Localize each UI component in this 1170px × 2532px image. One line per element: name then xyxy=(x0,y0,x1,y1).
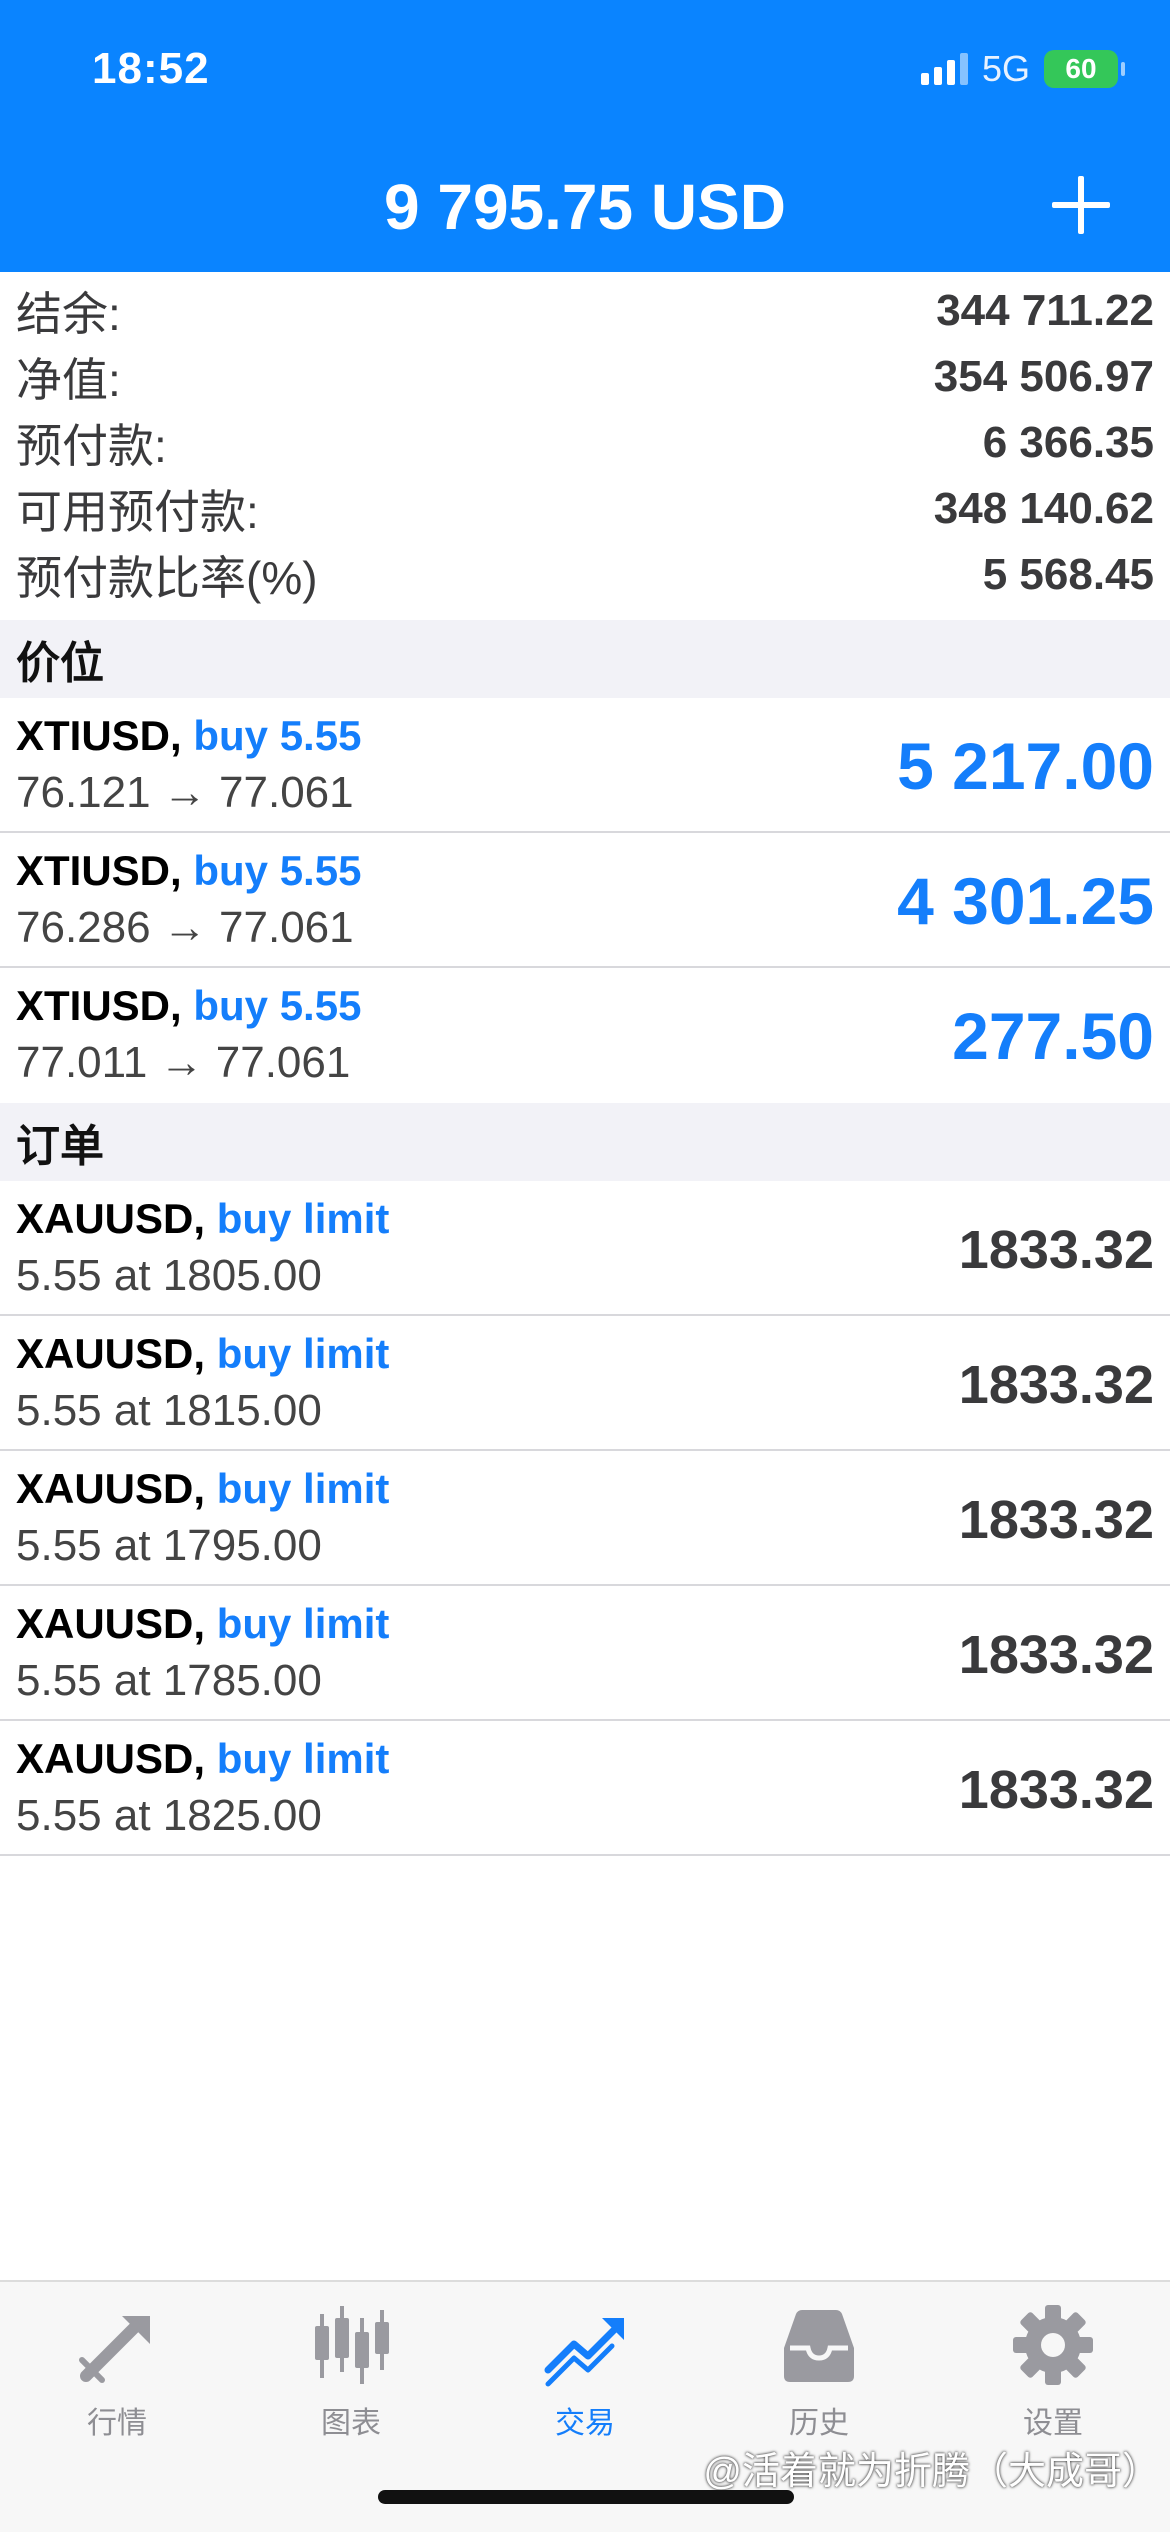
summary-value: 348 140.62 xyxy=(933,484,1154,533)
top-bar: 18:52 5G 60 9 795.75 USD xyxy=(0,0,1170,272)
order-detail: 5.55 at 1815.00 xyxy=(16,1386,322,1435)
order-row[interactable]: XAUUSD, buy limit 5.55 at 1785.00 1833.3… xyxy=(0,1586,1170,1721)
order-row[interactable]: XAUUSD, buy limit 5.55 at 1795.00 1833.3… xyxy=(0,1451,1170,1586)
order-symbol: XAUUSD, xyxy=(16,1195,206,1242)
order-current-price: 1833.32 xyxy=(958,1490,1154,1550)
summary-value: 344 711.22 xyxy=(936,286,1154,335)
position-action: buy 5.55 xyxy=(193,847,362,894)
position-row[interactable]: XTIUSD, buy 5.55 76.286 → 77.061 4 301.2… xyxy=(0,833,1170,968)
summary-row-equity: 净值: 354 506.97 xyxy=(0,344,1170,410)
status-indicators: 5G 60 xyxy=(920,48,1125,90)
summary-row-margin: 预付款: 6 366.35 xyxy=(0,410,1170,476)
order-symbol: XAUUSD, xyxy=(16,1330,206,1377)
order-detail: 5.55 at 1785.00 xyxy=(16,1656,322,1705)
account-profit-title: 9 795.75 USD xyxy=(383,171,787,243)
order-current-price: 1833.32 xyxy=(958,1220,1154,1280)
trade-icon xyxy=(544,2318,624,2387)
quotes-icon xyxy=(79,2316,150,2383)
orders-list: XAUUSD, buy limit 5.55 at 1805.00 1833.3… xyxy=(0,1181,1170,1856)
summary-value: 6 366.35 xyxy=(982,418,1154,467)
position-row[interactable]: XTIUSD, buy 5.55 76.121 → 77.061 5 217.0… xyxy=(0,698,1170,833)
tab-label: 历史 xyxy=(789,2407,849,2440)
position-symbol: XTIUSD, xyxy=(16,712,182,759)
order-row[interactable]: XAUUSD, buy limit 5.55 at 1805.00 1833.3… xyxy=(0,1181,1170,1316)
order-detail: 5.55 at 1805.00 xyxy=(16,1251,322,1300)
tab-label: 设置 xyxy=(1023,2407,1083,2440)
order-symbol: XAUUSD, xyxy=(16,1600,206,1647)
account-summary: 结余: 344 711.22 净值: 354 506.97 预付款: 6 366… xyxy=(0,272,1170,620)
order-symbol: XAUUSD, xyxy=(16,1735,206,1782)
order-row[interactable]: XAUUSD, buy limit 5.55 at 1825.00 1833.3… xyxy=(0,1721,1170,1856)
tab-quotes[interactable]: 行情 xyxy=(0,2282,234,2532)
orders-section-header: 订单 xyxy=(0,1103,1170,1181)
position-symbol: XTIUSD, xyxy=(16,847,182,894)
battery-icon: 60 xyxy=(1044,50,1125,88)
history-inbox-icon xyxy=(784,2310,854,2382)
new-order-button[interactable] xyxy=(1048,172,1114,238)
order-detail: 5.55 at 1795.00 xyxy=(16,1521,322,1570)
order-action: buy limit xyxy=(216,1465,390,1512)
order-current-price: 1833.32 xyxy=(958,1625,1154,1685)
order-action: buy limit xyxy=(216,1735,390,1782)
order-symbol: XAUUSD, xyxy=(16,1465,206,1512)
order-action: buy limit xyxy=(216,1330,390,1377)
network-type: 5G xyxy=(981,48,1030,89)
order-detail: 5.55 at 1825.00 xyxy=(16,1791,322,1840)
position-symbol: XTIUSD, xyxy=(16,982,182,1029)
summary-label: 结余: xyxy=(16,288,121,340)
signal-icon xyxy=(920,53,968,85)
battery-level: 60 xyxy=(1065,53,1097,84)
position-prices: 77.011 → 77.061 xyxy=(16,1038,351,1087)
position-profit: 277.50 xyxy=(952,999,1154,1073)
position-prices: 76.286 → 77.061 xyxy=(16,903,354,952)
watermark: @活着就为折腾（大成哥） xyxy=(703,2451,1160,2493)
tab-label: 交易 xyxy=(555,2407,615,2440)
positions-section-header: 价位 xyxy=(0,620,1170,698)
summary-value: 354 506.97 xyxy=(933,352,1154,401)
summary-label: 预付款比率(%) xyxy=(16,552,318,604)
tab-label: 行情 xyxy=(87,2407,147,2440)
summary-label: 可用预付款: xyxy=(16,486,259,538)
summary-row-balance: 结余: 344 711.22 xyxy=(0,278,1170,344)
gear-icon xyxy=(1013,2305,1093,2385)
home-indicator[interactable] xyxy=(378,2490,794,2504)
summary-row-margin-level: 预付款比率(%) 5 568.45 xyxy=(0,542,1170,608)
position-action: buy 5.55 xyxy=(193,982,362,1029)
status-time: 18:52 xyxy=(92,44,210,93)
position-row[interactable]: XTIUSD, buy 5.55 77.011 → 77.061 277.50 xyxy=(0,968,1170,1103)
order-action: buy limit xyxy=(216,1600,390,1647)
positions-list: XTIUSD, buy 5.55 76.121 → 77.061 5 217.0… xyxy=(0,698,1170,1103)
order-current-price: 1833.32 xyxy=(958,1760,1154,1820)
summary-row-free-margin: 可用预付款: 348 140.62 xyxy=(0,476,1170,542)
summary-label: 净值: xyxy=(16,354,121,406)
position-profit: 4 301.25 xyxy=(897,864,1154,938)
order-row[interactable]: XAUUSD, buy limit 5.55 at 1815.00 1833.3… xyxy=(0,1316,1170,1451)
summary-label: 预付款: xyxy=(16,420,167,472)
tab-label: 图表 xyxy=(321,2407,381,2440)
position-prices: 76.121 → 77.061 xyxy=(16,768,354,817)
summary-value: 5 568.45 xyxy=(982,550,1154,599)
candlestick-chart-icon xyxy=(315,2306,389,2384)
position-action: buy 5.55 xyxy=(193,712,362,759)
order-action: buy limit xyxy=(216,1195,390,1242)
position-profit: 5 217.00 xyxy=(897,729,1154,803)
order-current-price: 1833.32 xyxy=(958,1355,1154,1415)
